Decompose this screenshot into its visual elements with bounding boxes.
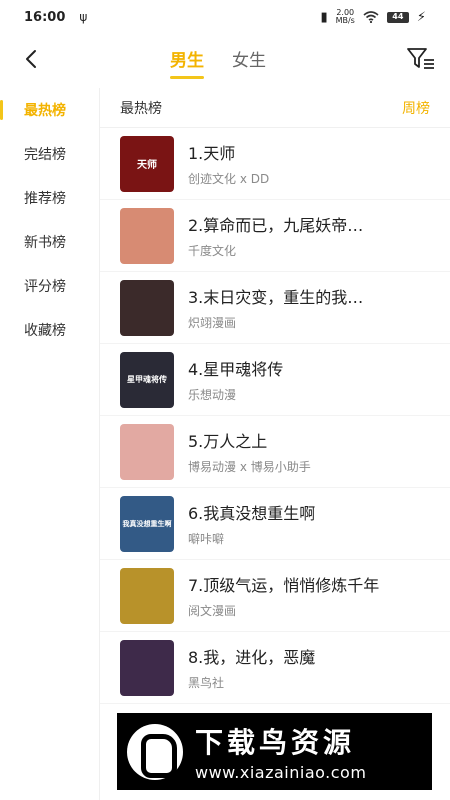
sidebar-item-favorites[interactable]: 收藏榜 <box>0 308 99 352</box>
sidebar-item-completed[interactable]: 完结榜 <box>0 132 99 176</box>
network-speed: 2.00 MB/s <box>335 8 355 25</box>
header: 男生 女生 <box>0 36 450 86</box>
item-title: 8.我，进化，恶魔 <box>188 648 316 667</box>
item-title: 5.万人之上 <box>188 432 268 451</box>
cover-image: 星甲魂将传 <box>120 351 174 408</box>
usb-icon: ψ <box>79 10 88 24</box>
list-header: 最热榜 周榜 <box>100 88 450 128</box>
battery-indicator: 44 <box>386 11 409 23</box>
back-button[interactable] <box>18 46 44 72</box>
item-author: 博易动漫 x 博易小助手 <box>188 460 311 474</box>
item-author: 阅文漫画 <box>188 604 237 618</box>
charging-icon: ⚡ <box>416 9 426 25</box>
list-item[interactable]: 3.末日灾变，重生的我… 炽翊漫画 <box>100 272 450 344</box>
status-icons: ▮ 2.00 MB/s 44 ⚡ <box>320 9 426 25</box>
chevron-left-icon <box>26 50 36 68</box>
list-item[interactable]: 5.万人之上博易动漫 x 博易小助手 <box>100 416 450 488</box>
item-title: 2.算命而已，九尾妖帝… <box>188 216 364 235</box>
list-item[interactable]: 2.算命而已，九尾妖帝… 千度文化 <box>100 200 450 272</box>
item-title: 7.顶级气运，悄悄修炼千年 <box>188 576 380 595</box>
item-author: 创迹文化 x DD <box>188 172 270 186</box>
gender-tabs: 男生 女生 <box>170 46 266 79</box>
cover-image <box>120 279 174 336</box>
period-selector[interactable]: 周榜 <box>402 98 430 118</box>
filter-icon <box>407 48 434 69</box>
wifi-icon <box>363 11 379 23</box>
cover-image <box>120 567 174 624</box>
bird-logo-icon <box>127 723 183 780</box>
item-author: 黑鸟社 <box>188 676 225 690</box>
ranking-sidebar: 最热榜 完结榜 推荐榜 新书榜 评分榜 收藏榜 <box>0 88 100 800</box>
filter-button[interactable] <box>406 46 436 72</box>
cover-image <box>120 423 174 480</box>
tab-male[interactable]: 男生 <box>170 46 204 79</box>
cover-image <box>120 639 174 696</box>
item-title: 6.我真没想重生啊 <box>188 504 316 523</box>
cover-image <box>120 207 174 264</box>
item-author: 千度文化 <box>188 244 237 258</box>
sidebar-item-hottest[interactable]: 最热榜 <box>0 88 99 132</box>
sidebar-item-recommended[interactable]: 推荐榜 <box>0 176 99 220</box>
watermark-title: 下载鸟资源 <box>195 726 356 759</box>
status-bar: 16:00 ψ ▮ 2.00 MB/s 44 ⚡ <box>0 0 450 34</box>
list-item[interactable]: 天师 1.天师创迹文化 x DD <box>100 128 450 200</box>
ranking-list: 最热榜 周榜 天师 1.天师创迹文化 x DD 2.算命而已，九尾妖帝… 千度文化… <box>100 88 450 800</box>
list-item[interactable]: 我真没想重生啊 6.我真没想重生啊噼咔噼 <box>100 488 450 560</box>
list-item[interactable]: 8.我，进化，恶魔黑鸟社 <box>100 632 450 704</box>
watermark-text: 下载鸟资源 www.xiazainiao.com <box>195 721 366 782</box>
list-item[interactable]: 7.顶级气运，悄悄修炼千年阅文漫画 <box>100 560 450 632</box>
sidebar-item-rating[interactable]: 评分榜 <box>0 264 99 308</box>
cover-image: 天师 <box>120 135 174 192</box>
item-title: 1.天师 <box>188 144 236 163</box>
vibrate-icon: ▮ <box>320 9 328 25</box>
sidebar-item-new[interactable]: 新书榜 <box>0 220 99 264</box>
list-title: 最热榜 <box>120 100 162 117</box>
item-title: 4.星甲魂将传 <box>188 360 284 379</box>
item-author: 噼咔噼 <box>188 532 225 546</box>
item-title: 3.末日灾变，重生的我… <box>188 288 364 307</box>
watermark-url: www.xiazainiao.com <box>195 763 367 782</box>
status-time: 16:00 <box>24 9 66 25</box>
item-author: 炽翊漫画 <box>188 316 237 330</box>
item-author: 乐想动漫 <box>188 388 237 402</box>
cover-image: 我真没想重生啊 <box>120 495 174 552</box>
watermark-banner: 下载鸟资源 www.xiazainiao.com <box>117 713 432 790</box>
tab-female[interactable]: 女生 <box>232 46 266 79</box>
list-item[interactable]: 星甲魂将传 4.星甲魂将传乐想动漫 <box>100 344 450 416</box>
